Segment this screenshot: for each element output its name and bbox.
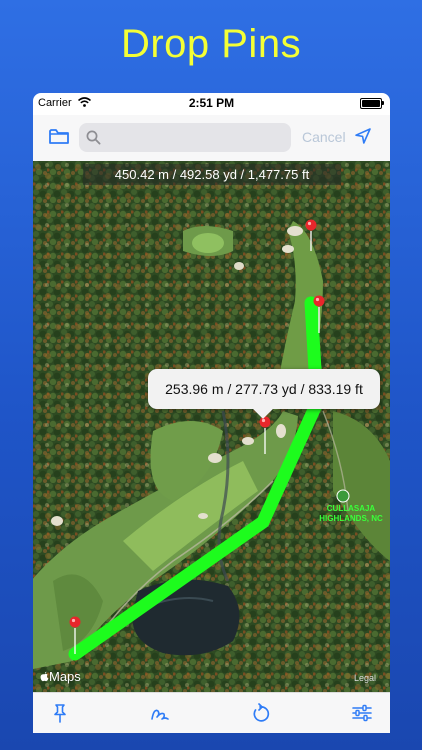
search-icon xyxy=(86,130,101,145)
search-input[interactable] xyxy=(107,127,286,149)
apple-logo-icon xyxy=(40,671,49,682)
status-time: 2:51 PM xyxy=(188,96,235,110)
cancel-button[interactable]: Cancel xyxy=(302,129,346,145)
bottom-toolbar xyxy=(33,692,390,733)
place-label-line1: CULLASAJA xyxy=(327,504,376,513)
settings-sliders-icon[interactable] xyxy=(351,702,373,724)
undo-icon[interactable] xyxy=(249,702,271,724)
headline: Drop Pins xyxy=(120,22,302,66)
place-label-line2: HIGHLANDS, NC xyxy=(319,514,383,523)
folder-icon[interactable] xyxy=(48,126,70,146)
maps-brand: Maps xyxy=(40,669,81,684)
location-arrow-icon[interactable] xyxy=(354,127,372,145)
maps-brand-label: Maps xyxy=(49,669,81,684)
phone-screen: Carrier 2:51 PM Cancel CULLASAJA HIGHLAN… xyxy=(33,93,390,733)
status-bar: Carrier 2:51 PM xyxy=(33,93,390,115)
map-view[interactable]: CULLASAJA HIGHLANDS, NC 450.42 m / 492.5… xyxy=(33,161,390,692)
battery-level xyxy=(362,100,380,107)
legal-link[interactable]: Legal xyxy=(354,673,376,683)
pin-icon[interactable] xyxy=(49,702,71,724)
segment-distance-callout[interactable]: 253.96 m / 277.73 yd / 833.19 ft xyxy=(148,369,380,409)
satellite-imagery: CULLASAJA HIGHLANDS, NC xyxy=(33,161,390,692)
search-field[interactable] xyxy=(79,123,291,152)
total-distance-label: 450.42 m / 492.58 yd / 1,477.75 ft xyxy=(83,164,341,185)
battery-icon xyxy=(360,98,384,109)
draw-icon[interactable] xyxy=(149,702,171,724)
top-toolbar: Cancel xyxy=(33,115,390,161)
